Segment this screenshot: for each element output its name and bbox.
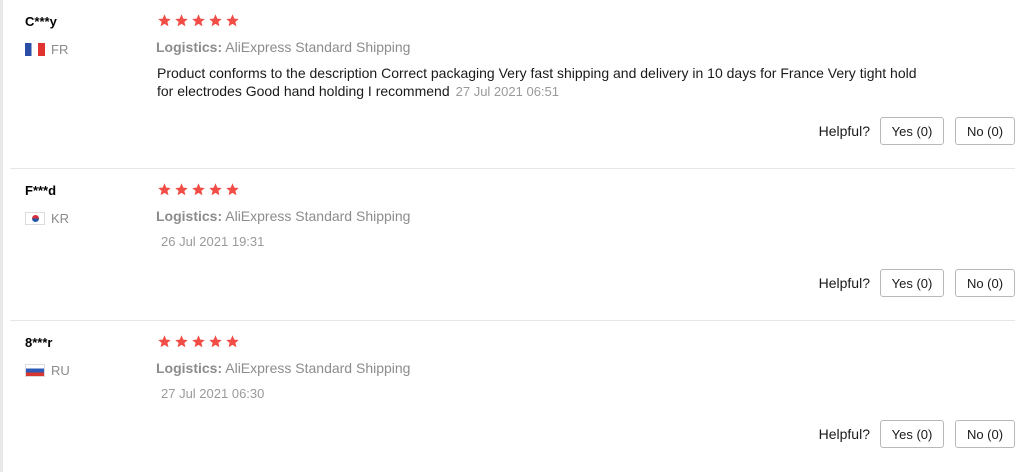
helpful-yes-button[interactable]: Yes (0) [880,117,944,145]
page-left-border [0,0,3,472]
logistics-info: Logistics: AliExpress Standard Shipping [156,360,410,376]
south-korea-flag-icon [25,211,45,225]
helpful-vote: Helpful? Yes (0) No (0) [819,117,1015,145]
logistics-label: Logistics: [156,39,223,55]
helpful-no-button[interactable]: No (0) [955,420,1015,448]
star-icon [225,13,240,28]
helpful-yes-button[interactable]: Yes (0) [880,420,944,448]
helpful-vote: Helpful? Yes (0) No (0) [819,269,1015,297]
country-code: KR [51,210,70,226]
logistics-label: Logistics: [156,360,223,376]
star-icon [225,182,240,197]
helpful-yes-button[interactable]: Yes (0) [880,269,944,297]
star-icon [208,334,223,349]
logistics-info: Logistics: AliExpress Standard Shipping [156,208,410,224]
helpful-label: Helpful? [818,275,870,291]
star-icon [157,182,172,197]
star-icon [174,13,189,28]
star-rating [157,334,240,349]
reviewer-name: C***y [25,14,57,29]
review-item: F***d KR Logistics: AliExpress Standard … [10,169,1015,320]
star-icon [174,334,189,349]
logistics-info: Logistics: AliExpress Standard Shipping [156,39,410,55]
logistics-value: AliExpress Standard Shipping [225,39,411,55]
star-rating [157,182,240,197]
logistics-label: Logistics: [156,208,223,224]
star-icon [157,334,172,349]
review-item: C***y FR Logistics: AliExpress Standard … [10,0,1015,168]
reviewer-country: RU [25,362,70,378]
reviewer-name: F***d [25,183,57,198]
helpful-label: Helpful? [818,426,870,442]
star-icon [191,334,206,349]
review-body: Product conforms to the description Corr… [157,64,917,101]
star-icon [208,182,223,197]
star-icon [191,182,206,197]
helpful-label: Helpful? [818,123,870,139]
helpful-no-button[interactable]: No (0) [955,117,1015,145]
review-item: 8***r RU Logistics: AliExpress Standard … [10,321,1015,472]
review-date: 27 Jul 2021 06:51 [455,84,559,99]
review-date: 26 Jul 2021 19:31 [161,234,265,249]
helpful-no-button[interactable]: No (0) [955,269,1015,297]
star-icon [208,13,223,28]
star-icon [157,13,172,28]
france-flag-icon [25,42,45,56]
reviewer-country: FR [25,41,68,57]
helpful-vote: Helpful? Yes (0) No (0) [819,420,1015,448]
star-icon [191,13,206,28]
star-icon [225,334,240,349]
logistics-value: AliExpress Standard Shipping [225,360,411,376]
russia-flag-icon [25,363,45,377]
review-date: 27 Jul 2021 06:30 [161,386,265,401]
star-rating [157,13,240,28]
country-code: FR [51,41,69,57]
country-code: RU [51,362,70,378]
star-icon [174,182,189,197]
reviewer-country: KR [25,210,69,226]
reviewer-name: 8***r [25,335,53,350]
logistics-value: AliExpress Standard Shipping [225,208,411,224]
